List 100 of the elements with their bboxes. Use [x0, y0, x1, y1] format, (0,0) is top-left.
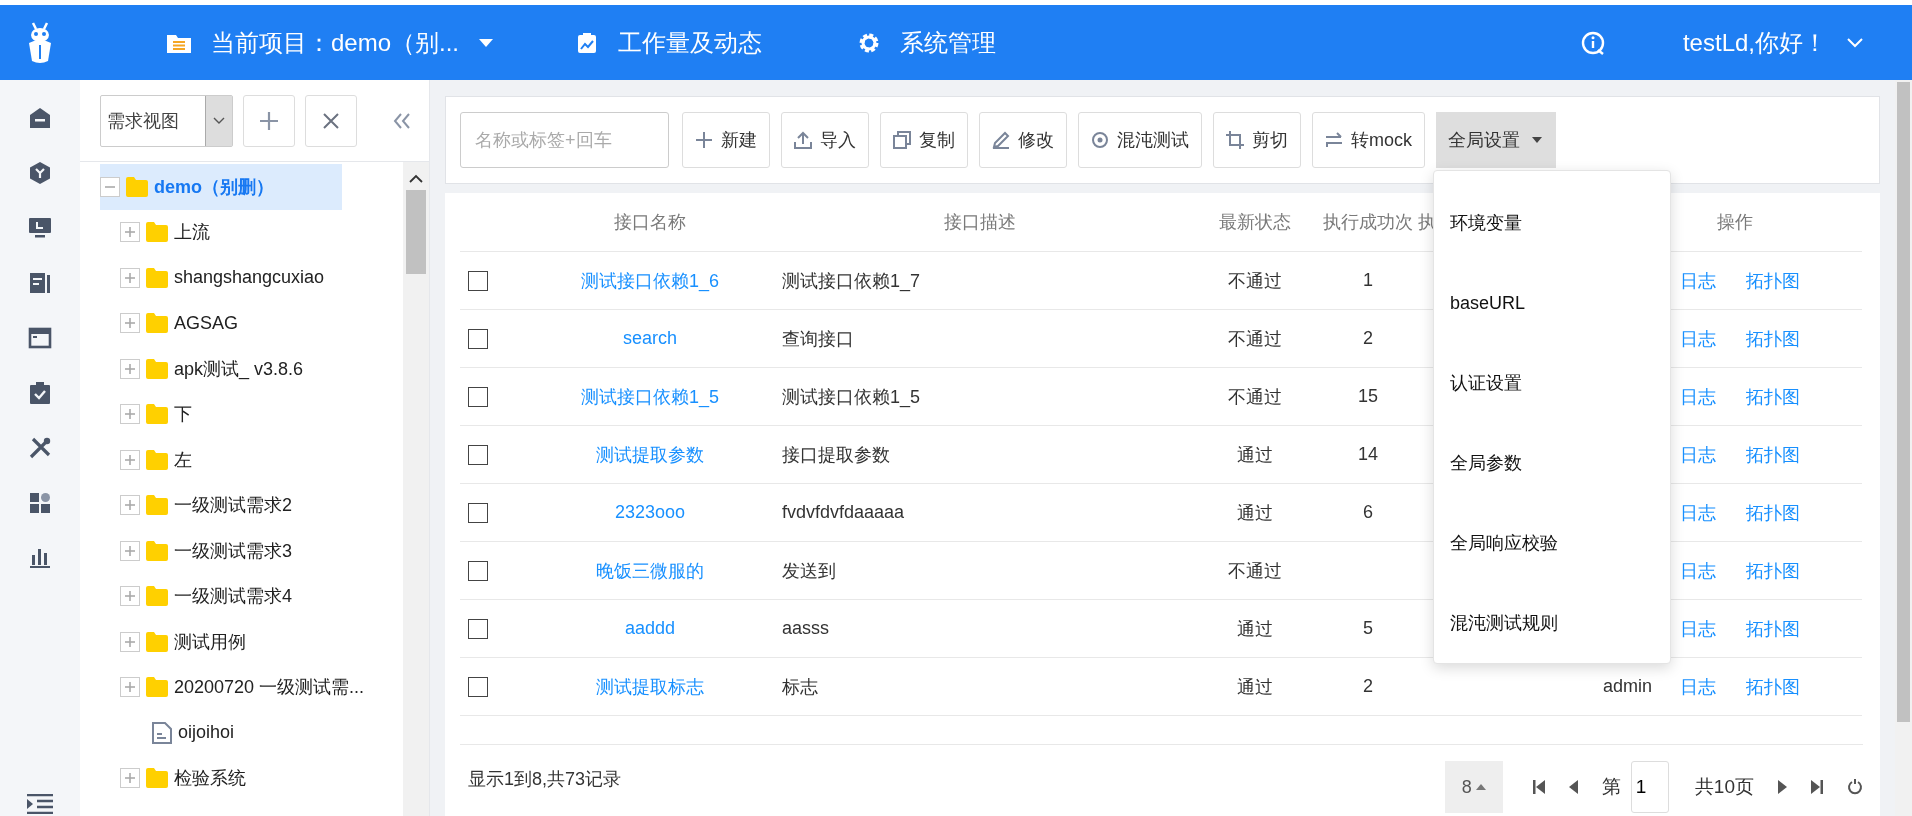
tree-item[interactable]: demo（别删）	[100, 164, 342, 210]
row-checkbox[interactable]	[468, 270, 488, 291]
action-link[interactable]: 日志	[1680, 384, 1716, 409]
action-link[interactable]: 日志	[1680, 500, 1716, 525]
user-greeting[interactable]: testLd,你好！	[1682, 26, 1827, 59]
dashboard-icon[interactable]	[28, 490, 52, 515]
expand-toggle-icon[interactable]	[120, 313, 140, 334]
project-selector[interactable]: 当前项目：demo（别...	[211, 26, 460, 59]
menu-item[interactable]: baseURL	[1434, 263, 1670, 343]
row-checkbox[interactable]	[468, 444, 488, 465]
api-name-link[interactable]: 晚饭三微服的	[596, 560, 704, 581]
monitor-icon[interactable]	[28, 215, 52, 240]
collapse-icon[interactable]	[393, 112, 411, 129]
window-icon[interactable]	[28, 325, 52, 350]
view-select[interactable]: 需求视图	[100, 94, 233, 147]
scrollbar-thumb[interactable]	[406, 190, 426, 274]
row-checkbox[interactable]	[468, 502, 488, 523]
previous-page-icon[interactable]	[1568, 780, 1578, 794]
action-link[interactable]: 日志	[1680, 616, 1716, 641]
api-name-link[interactable]: aaddd	[624, 618, 676, 638]
expand-toggle-icon[interactable]	[120, 677, 140, 698]
expand-toggle-icon[interactable]	[120, 358, 140, 379]
caret-down-icon[interactable]	[479, 38, 494, 47]
tree-item[interactable]: 一级测试需求4	[120, 573, 298, 619]
row-checkbox[interactable]	[468, 560, 488, 581]
action-link[interactable]: 日志	[1680, 558, 1716, 583]
action-link[interactable]: 日志	[1680, 674, 1716, 699]
menu-item[interactable]: 混沌测试规则	[1434, 583, 1670, 663]
collapse-toggle-icon[interactable]	[100, 176, 120, 197]
api-name-link[interactable]: 测试提取参数	[596, 444, 704, 465]
folder-list-icon[interactable]	[167, 32, 191, 53]
table-cell: 测试接口依赖1_5	[782, 386, 921, 407]
tools-icon[interactable]	[28, 435, 52, 460]
tree-item[interactable]: 左	[120, 437, 198, 483]
tree-item[interactable]: AGSAG	[120, 300, 245, 346]
action-link[interactable]: 日志	[1680, 268, 1716, 293]
tree-item[interactable]: 下	[120, 391, 198, 437]
tree-item[interactable]: 一级测试需求2	[120, 482, 298, 528]
settings-dropdown[interactable]: 全局设置	[1436, 112, 1556, 168]
expand-toggle-icon[interactable]	[120, 449, 140, 470]
last-page-icon[interactable]	[1811, 780, 1823, 794]
expand-toggle-icon[interactable]	[120, 222, 140, 243]
folder-icon	[146, 313, 168, 334]
expand-toggle-icon[interactable]	[120, 404, 140, 425]
tree-item[interactable]: 20200720 一级测试需...	[120, 664, 371, 710]
transfer-icon	[1325, 131, 1343, 149]
expand-toggle-icon[interactable]	[120, 768, 140, 789]
chevron-down-icon[interactable]	[1847, 37, 1863, 48]
expand-toggle-icon[interactable]	[120, 495, 140, 516]
toolbar-button[interactable]: 转mock	[1312, 112, 1425, 168]
next-page-icon[interactable]	[1778, 780, 1787, 794]
api-name-link[interactable]: 测试接口依赖1_5	[580, 386, 719, 407]
tree-item[interactable]: apk测试_ v3.8.6	[120, 346, 310, 392]
expand-toggle-icon[interactable]	[120, 586, 140, 607]
menu-item[interactable]: 全局参数	[1434, 423, 1670, 503]
page-input[interactable]: 1	[1630, 761, 1669, 813]
expand-toggle-icon[interactable]	[120, 540, 140, 561]
row-checkbox[interactable]	[468, 328, 488, 349]
api-name-link[interactable]: 2323ooo	[614, 502, 686, 522]
cube-icon[interactable]	[28, 160, 52, 185]
row-checkbox[interactable]	[468, 618, 488, 639]
search-field[interactable]: 名称或标签+回车	[460, 112, 669, 168]
expand-toggle-icon[interactable]	[120, 267, 140, 288]
toolbar-button[interactable]: 修改	[979, 112, 1067, 168]
toolbar-button[interactable]: 新建	[682, 112, 770, 168]
action-link[interactable]: 日志	[1680, 442, 1716, 467]
api-name-link[interactable]: 测试提取标志	[596, 676, 704, 697]
nav-link[interactable]: 工作量及动态	[618, 26, 763, 59]
toolbar-button[interactable]: 导入	[781, 112, 869, 168]
first-page-icon[interactable]	[1532, 780, 1545, 794]
settings-icon[interactable]	[858, 31, 881, 54]
toolbar-button[interactable]: 剪切	[1213, 112, 1301, 168]
row-checkbox[interactable]	[468, 386, 488, 407]
expand-toggle-icon[interactable]	[120, 631, 140, 652]
tree-item[interactable]: oijoihoi	[120, 710, 241, 756]
toolbar-button[interactable]: 复制	[880, 112, 968, 168]
page-size-select[interactable]: 8	[1444, 761, 1503, 813]
tree-item[interactable]: 一级测试需求3	[120, 528, 298, 574]
tree-item[interactable]: 测试用例	[120, 619, 252, 665]
document-icon[interactable]	[28, 270, 52, 295]
tree-item[interactable]: 上流	[120, 209, 216, 255]
add-button[interactable]	[243, 94, 295, 147]
menu-item[interactable]: 全局响应校验	[1434, 503, 1670, 583]
chart-board-icon[interactable]	[576, 31, 599, 54]
clipboard-check-icon[interactable]	[28, 380, 52, 405]
delete-button[interactable]	[305, 94, 357, 147]
tree-item[interactable]: 检验系统	[120, 755, 252, 801]
nav-link[interactable]: 系统管理	[900, 26, 997, 59]
indent-icon[interactable]	[27, 794, 53, 814]
row-checkbox[interactable]	[468, 676, 488, 697]
tree-item[interactable]: shangshangcuxiao	[120, 255, 331, 301]
api-name-link[interactable]: 测试接口依赖1_6	[580, 270, 719, 291]
menu-item[interactable]: 认证设置	[1434, 343, 1670, 423]
action-link[interactable]: 日志	[1680, 326, 1716, 351]
home-icon[interactable]	[28, 105, 52, 130]
scrollbar-thumb[interactable]	[1897, 82, 1910, 722]
info-icon[interactable]	[1579, 29, 1606, 56]
api-name-link[interactable]: search	[623, 328, 677, 348]
toolbar-button[interactable]: 混沌测试	[1078, 112, 1202, 168]
scroll-up-icon[interactable]	[409, 174, 423, 184]
